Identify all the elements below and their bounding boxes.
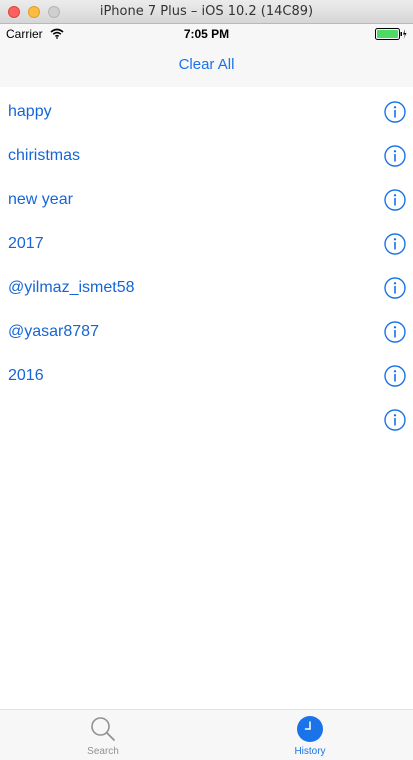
history-item-label: happy [8,103,52,120]
info-icon[interactable] [384,321,406,343]
history-item-label: @yasar8787 [8,323,99,340]
clock-icon [297,716,323,742]
window-titlebar: iPhone 7 Plus – iOS 10.2 (14C89) [0,0,413,24]
history-row[interactable]: @yasar8787 [0,311,413,355]
info-icon[interactable] [384,365,406,387]
info-icon[interactable] [384,409,406,431]
info-icon[interactable] [384,233,406,255]
info-icon[interactable] [384,277,406,299]
history-list: happy chiristmas new year 2017 @yilmaz_i… [0,91,413,443]
status-bar: Carrier 7:05 PM [0,24,413,44]
window-title: iPhone 7 Plus – iOS 10.2 (14C89) [99,4,314,19]
magnifier-icon [91,717,115,741]
tab-history-label: History [294,746,326,757]
history-row[interactable]: happy [0,91,413,135]
simulator-window: iPhone 7 Plus – iOS 10.2 (14C89) Carrier… [0,0,413,760]
history-item-label: 2016 [8,367,44,384]
history-item-label: new year [8,191,73,208]
tab-search[interactable]: Search [0,710,206,760]
history-item-label: @yilmaz_ismet58 [8,279,135,296]
history-item-label: chiristmas [8,147,81,164]
history-item-label: 2017 [8,235,44,252]
history-row[interactable]: 2016 [0,355,413,399]
history-row[interactable]: chiristmas [0,135,413,179]
history-row[interactable]: new year [0,179,413,223]
navigation-bar: Clear All [0,44,413,87]
info-icon[interactable] [384,145,406,167]
clear-all-button[interactable]: Clear All [0,56,413,73]
tab-history[interactable]: History [207,710,413,760]
history-row[interactable] [0,399,413,443]
history-row[interactable]: @yilmaz_ismet58 [0,267,413,311]
status-time: 7:05 PM [183,27,230,41]
tab-bar: Search History [0,709,413,760]
tab-search-label: Search [87,746,119,757]
info-icon[interactable] [384,189,406,211]
battery-charging-icon [375,28,407,40]
history-row[interactable]: 2017 [0,223,413,267]
info-icon[interactable] [384,101,406,123]
